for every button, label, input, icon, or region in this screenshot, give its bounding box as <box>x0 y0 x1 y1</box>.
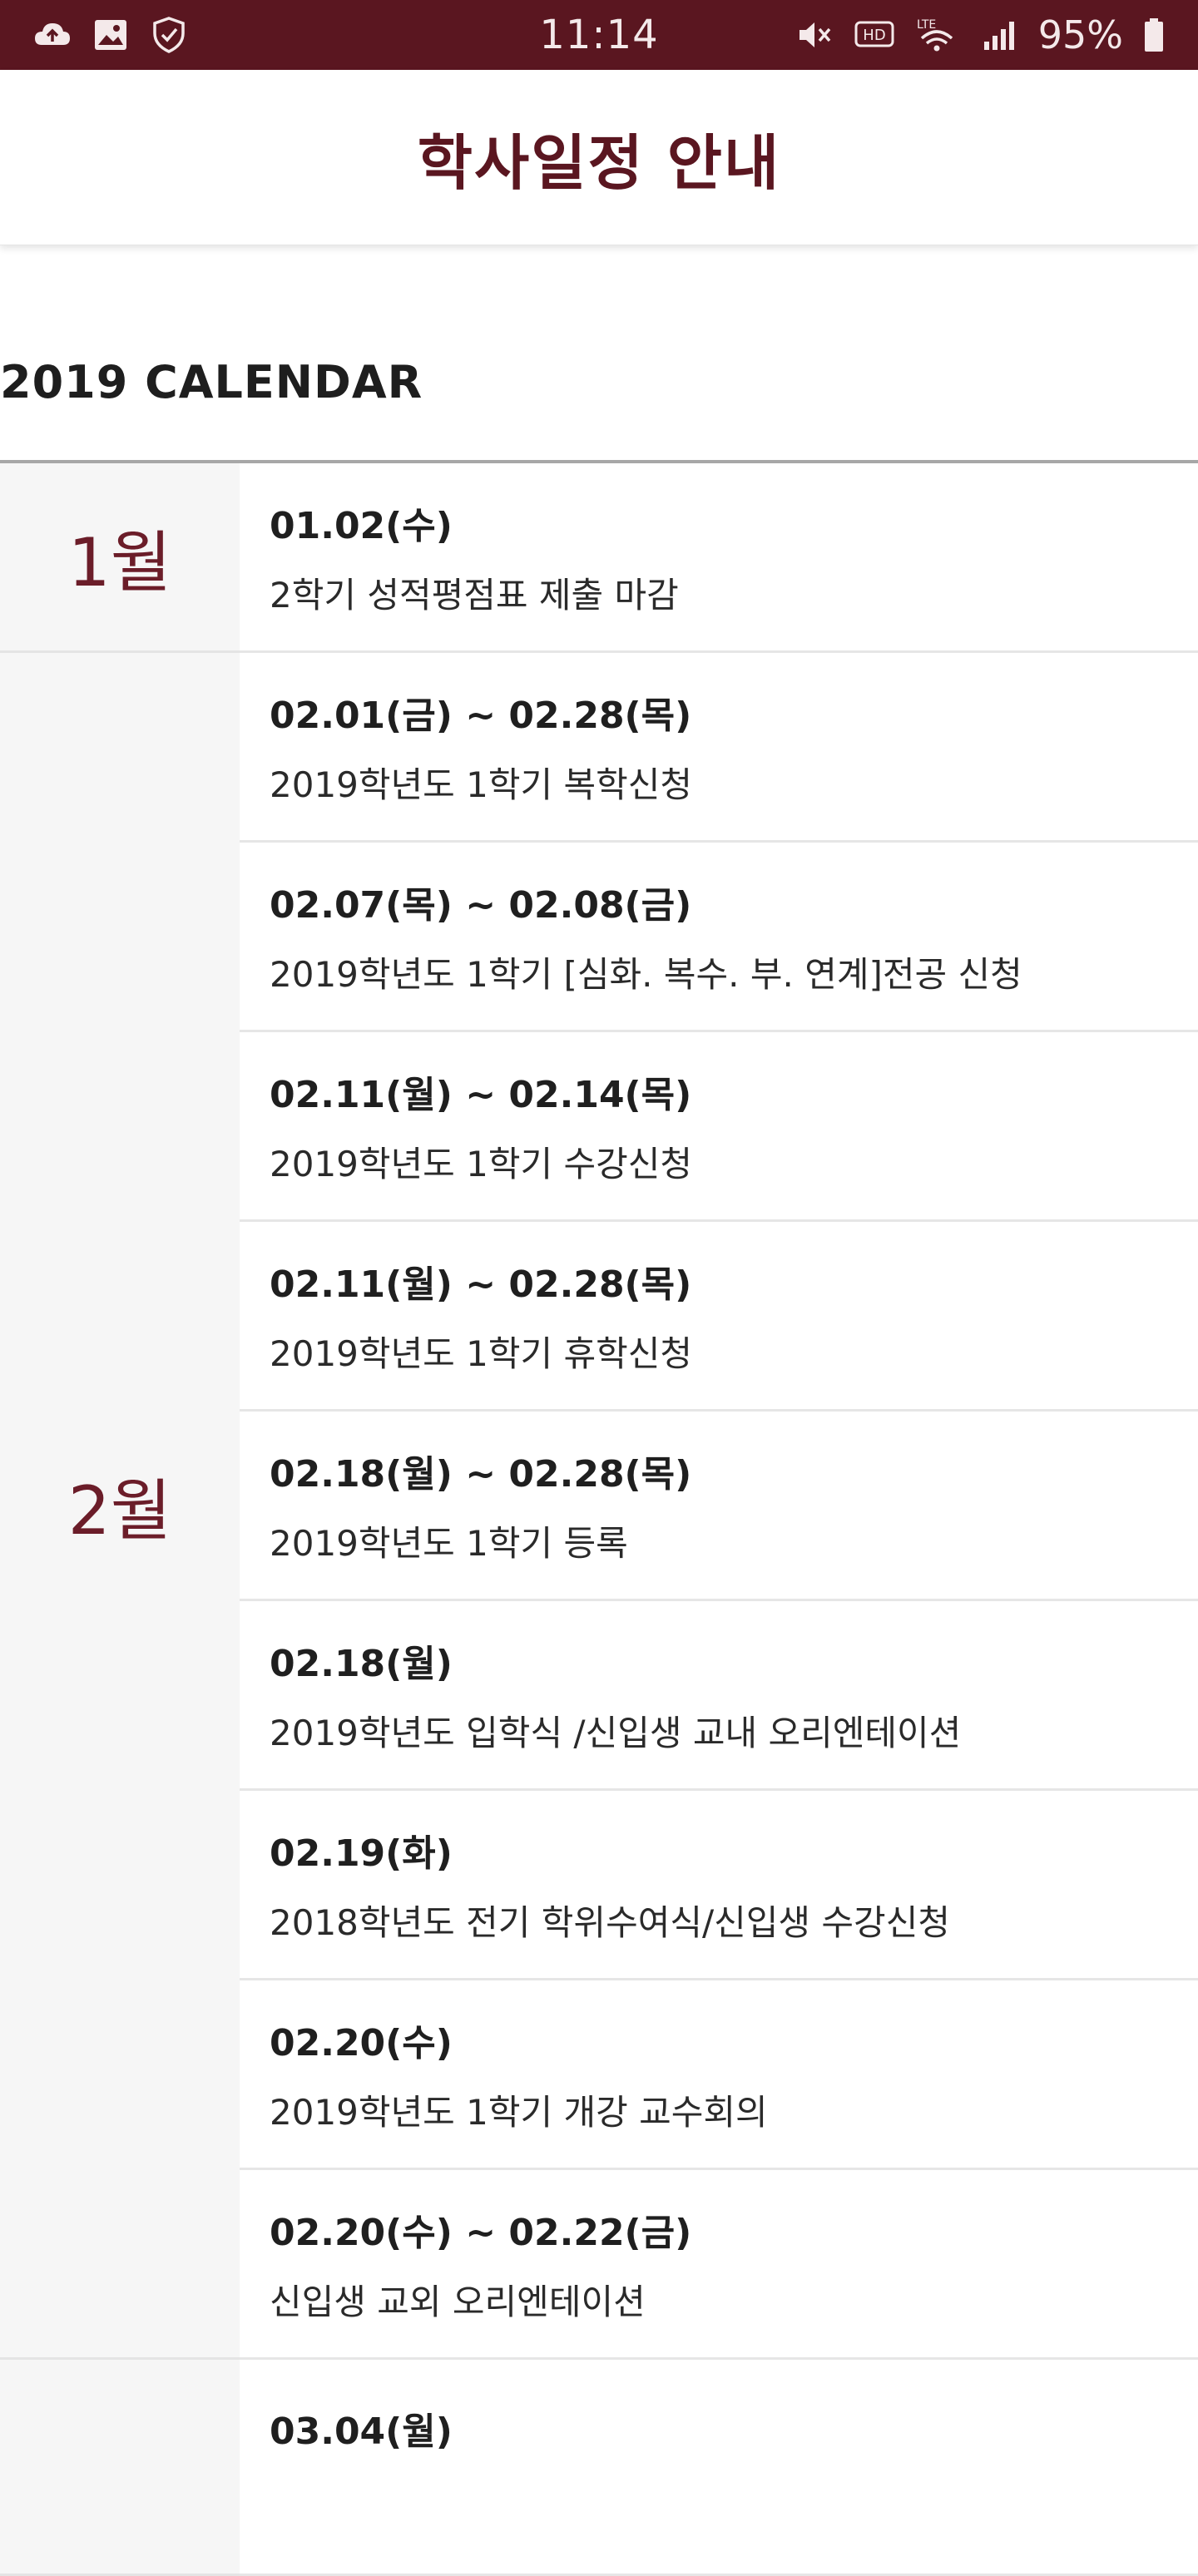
shield-check-icon <box>150 16 188 54</box>
month-label: 2월 <box>67 1471 172 1550</box>
event-description: 2019학년도 1학기 등록 <box>270 1523 628 1564</box>
lte-wifi-icon: LTE <box>915 16 960 54</box>
page-title: 학사일정 안내 <box>417 127 781 198</box>
event-item[interactable]: 02.18(월) 2019학년도 입학식 /신입생 교내 오리엔테이션 <box>240 1601 1198 1791</box>
month-label: 1월 <box>67 523 172 601</box>
event-description: 2019학년도 1학기 복학신청 <box>270 764 693 805</box>
event-description: 신입생 교외 오리엔테이션 <box>270 2282 646 2322</box>
event-date: 02.01(금) ~ 02.28(목) <box>270 695 692 737</box>
signal-icon <box>980 16 1018 54</box>
event-description: 2019학년도 1학기 휴학신청 <box>270 1333 693 1374</box>
event-date: 01.02(수) <box>270 505 453 547</box>
event-list: 02.01(금) ~ 02.28(목) 2019학년도 1학기 복학신청 02.… <box>240 653 1198 2360</box>
status-bar-left <box>33 16 188 54</box>
calendar-list: 1월 01.02(수) 2학기 성적평점표 제출 마감 2월 02.01(금) … <box>0 463 1198 2576</box>
event-description: 2019학년도 1학기 수강신청 <box>270 1144 693 1184</box>
event-date: 02.11(월) ~ 02.14(목) <box>270 1074 692 1116</box>
event-item[interactable]: 02.01(금) ~ 02.28(목) 2019학년도 1학기 복학신청 <box>240 653 1198 843</box>
svg-text:LTE: LTE <box>917 18 936 32</box>
event-item[interactable]: 02.11(월) ~ 02.14(목) 2019학년도 1학기 수강신청 <box>240 1032 1198 1222</box>
event-item[interactable]: 03.04(월) <box>240 2360 1198 2576</box>
event-description: 2019학년도 입학식 /신입생 교내 오리엔테이션 <box>270 1713 962 1753</box>
month-label-cell <box>0 2360 240 2576</box>
month-label-cell: 1월 <box>0 463 240 653</box>
cloud-upload-icon <box>33 16 72 54</box>
hd-voice-icon: HD <box>854 16 895 54</box>
event-date: 02.19(화) <box>270 1832 453 1875</box>
event-item[interactable]: 02.20(수) ~ 02.22(금) 신입생 교외 오리엔테이션 <box>240 2170 1198 2360</box>
event-description: 2학기 성적평점표 제출 마감 <box>270 575 679 616</box>
status-bar: 11:14 HD LTE 95% <box>0 0 1198 70</box>
battery-icon <box>1143 16 1165 54</box>
event-date: 02.20(수) <box>270 2022 453 2064</box>
event-item[interactable]: 02.18(월) ~ 02.28(목) 2019학년도 1학기 등록 <box>240 1412 1198 1601</box>
event-description: 2018학년도 전기 학위수여식/신입생 수강신청 <box>270 1902 950 1943</box>
status-bar-right: HD LTE 95% <box>795 12 1165 57</box>
event-date: 02.18(월) <box>270 1643 453 1685</box>
svg-text:HD: HD <box>863 27 885 44</box>
month-label-cell: 2월 <box>0 653 240 2360</box>
event-item[interactable]: 02.11(월) ~ 02.28(목) 2019학년도 1학기 휴학신청 <box>240 1222 1198 1412</box>
event-item[interactable]: 02.20(수) 2019학년도 1학기 개강 교수회의 <box>240 1980 1198 2170</box>
event-list: 01.02(수) 2학기 성적평점표 제출 마감 <box>240 463 1198 653</box>
event-list: 03.04(월) <box>240 2360 1198 2576</box>
event-description: 2019학년도 1학기 개강 교수회의 <box>270 2092 768 2133</box>
calendar-section-title: 2019 CALENDAR <box>0 356 423 408</box>
event-date: 02.18(월) ~ 02.28(목) <box>270 1453 692 1496</box>
event-item[interactable]: 01.02(수) 2학기 성적평점표 제출 마감 <box>240 463 1198 653</box>
app-header: 학사일정 안내 <box>0 70 1198 245</box>
event-description: 2019학년도 1학기 [심화. 복수. 부. 연계]전공 신청 <box>270 954 1022 995</box>
event-date: 02.11(월) ~ 02.28(목) <box>270 1263 692 1306</box>
month-block-january: 1월 01.02(수) 2학기 성적평점표 제출 마감 <box>0 463 1198 653</box>
month-block-february: 2월 02.01(금) ~ 02.28(목) 2019학년도 1학기 복학신청 … <box>0 653 1198 2360</box>
event-date: 02.20(수) ~ 02.22(금) <box>270 2212 692 2254</box>
battery-percent: 95% <box>1037 12 1123 57</box>
event-date: 03.04(월) <box>270 2410 453 2453</box>
mute-icon <box>795 16 834 54</box>
event-date: 02.07(목) ~ 02.08(금) <box>270 884 692 927</box>
event-item[interactable]: 02.07(목) ~ 02.08(금) 2019학년도 1학기 [심화. 복수.… <box>240 843 1198 1032</box>
gallery-icon <box>92 16 130 54</box>
month-block-march: 03.04(월) <box>0 2360 1198 2576</box>
event-item[interactable]: 02.19(화) 2018학년도 전기 학위수여식/신입생 수강신청 <box>240 1791 1198 1980</box>
